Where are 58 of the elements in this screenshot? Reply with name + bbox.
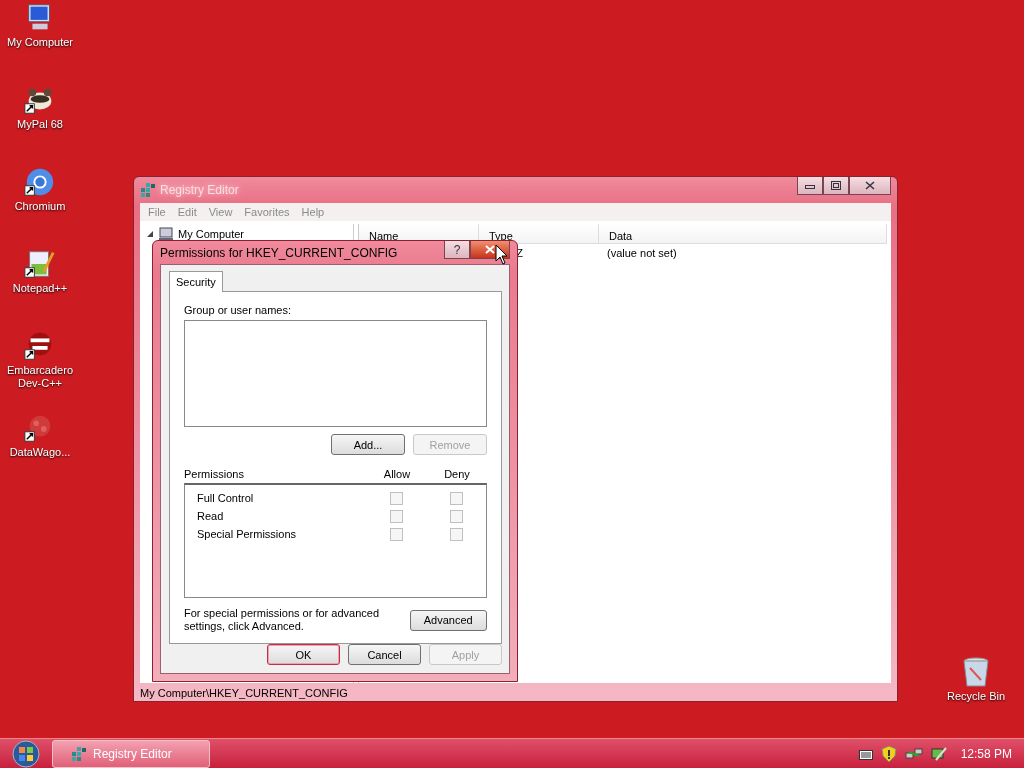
- deny-checkbox[interactable]: [449, 491, 463, 505]
- shield-icon[interactable]: [880, 744, 897, 763]
- group-button[interactable]: Add...: [331, 434, 405, 455]
- menu-item[interactable]: View: [202, 206, 239, 218]
- close-icon: [865, 181, 875, 190]
- desktop-icon-label[interactable]: DataWago...: [3, 446, 77, 459]
- permission-name: Special Permissions: [197, 528, 298, 540]
- mouse-cursor-icon: [495, 244, 509, 266]
- clock[interactable]: 12:58 PM: [960, 746, 1012, 761]
- menu-item[interactable]: File: [142, 206, 172, 218]
- menu-item[interactable]: Favorites: [238, 206, 296, 218]
- desktop-icon-label[interactable]: MyPal 68: [3, 118, 77, 131]
- desktop-icon-label[interactable]: Recycle Bin: [946, 690, 1006, 703]
- advanced-button[interactable]: Advanced: [409, 609, 487, 631]
- tab[interactable]: Security: [169, 271, 223, 292]
- network-icon[interactable]: [904, 746, 923, 761]
- user-list[interactable]: [184, 320, 487, 427]
- keyboard-icon[interactable]: [858, 747, 873, 760]
- dialog-button[interactable]: OK: [267, 644, 340, 665]
- expander-icon[interactable]: [146, 230, 154, 238]
- advanced-note: For special permissions or for advanced settings, click Advanced.: [184, 607, 381, 633]
- close-button[interactable]: [849, 177, 891, 195]
- deny-checkbox[interactable]: [449, 509, 463, 523]
- tree-item[interactable]: My Computer: [178, 228, 245, 240]
- allow-checkbox[interactable]: [389, 491, 403, 505]
- allow-checkbox[interactable]: [389, 509, 403, 523]
- column-header[interactable]: Data: [599, 224, 887, 244]
- start-button[interactable]: [10, 738, 42, 768]
- permission-name: Full Control: [197, 492, 255, 504]
- table-cell-text: (value not set): [606, 247, 678, 259]
- status-bar-text: My Computer\HKEY_CURRENT_CONFIG: [140, 687, 348, 699]
- column-header: Allow: [382, 468, 412, 480]
- desktop-icon-label[interactable]: My Computer: [3, 36, 77, 49]
- desktop-icon-label[interactable]: Embarcadero Dev-C++: [3, 364, 77, 390]
- dialog-button[interactable]: Cancel: [348, 644, 421, 665]
- help-button[interactable]: ?: [444, 241, 470, 259]
- dialog-title: Permissions for HKEY_CURRENT_CONFIG: [160, 245, 398, 260]
- menu-item[interactable]: Edit: [171, 206, 203, 218]
- allow-checkbox[interactable]: [389, 527, 403, 541]
- restore-icon: [831, 181, 841, 190]
- permission-name: Read: [197, 510, 225, 522]
- registry-icon: [71, 745, 87, 762]
- monitor-icon[interactable]: [930, 745, 947, 762]
- column-header: Deny: [443, 468, 471, 480]
- menu-item[interactable]: Help: [295, 206, 331, 218]
- close-icon: [485, 245, 495, 254]
- permissions-label: Permissions: [184, 468, 245, 480]
- desktop-icon-label[interactable]: Notepad++: [3, 282, 77, 295]
- computer-icon: [158, 227, 174, 241]
- deny-checkbox[interactable]: [449, 527, 463, 541]
- minimize-icon: [805, 182, 815, 189]
- desktop-icon-label[interactable]: Chromium: [3, 200, 77, 213]
- maximize-button[interactable]: [823, 177, 849, 195]
- group-label: Group or user names:: [184, 304, 292, 316]
- window-title: Registry Editor: [160, 183, 239, 197]
- registry-icon: [140, 182, 156, 198]
- minimize-button[interactable]: [797, 177, 823, 195]
- trash-can-icon: [961, 656, 991, 688]
